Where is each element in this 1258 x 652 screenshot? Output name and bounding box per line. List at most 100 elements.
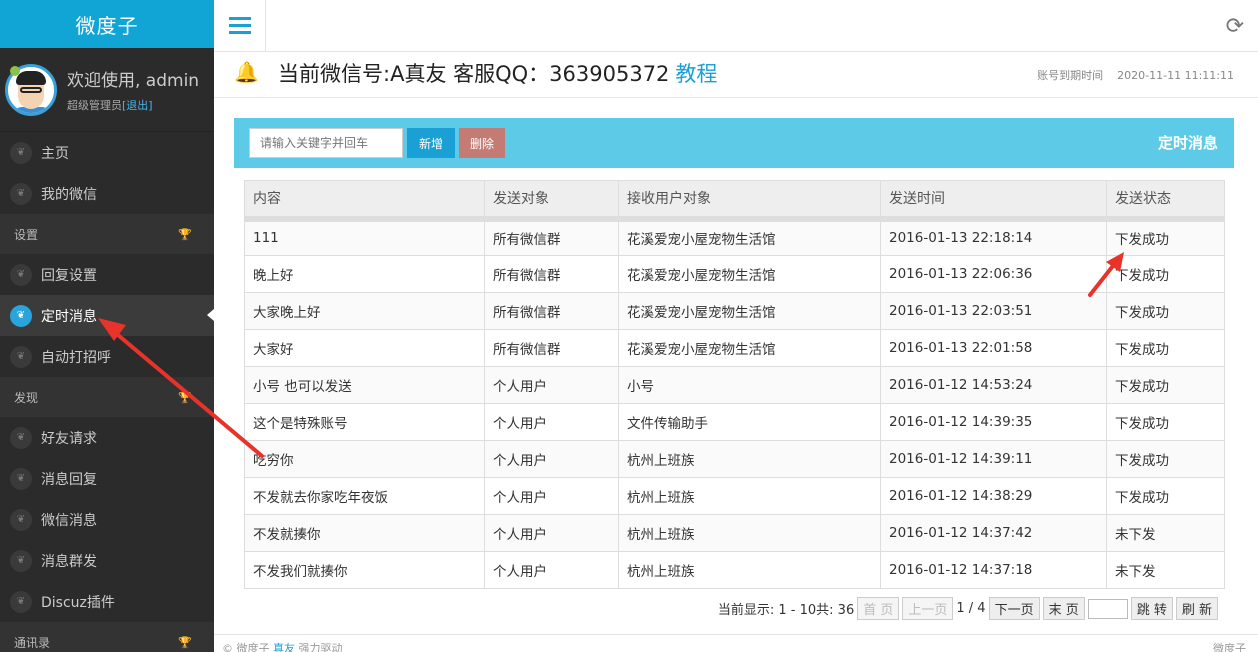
cell-target: 所有微信群: [484, 329, 619, 367]
sidebar-item-auto-greet[interactable]: ❦ 自动打招呼: [0, 336, 214, 377]
cell-content: 不发就揍你: [244, 514, 485, 552]
leaf-icon: ❦: [10, 182, 32, 205]
add-button[interactable]: 新增: [407, 128, 456, 158]
col-header-recipient[interactable]: 接收用户对象: [618, 180, 881, 222]
footer-brand: 微度子: [1213, 642, 1246, 652]
cell-recipient: 杭州上班族: [618, 440, 881, 478]
panel-toolbar: 新增 删除 定时消息: [234, 118, 1234, 168]
menu-toggle-icon[interactable]: [214, 0, 266, 51]
cell-recipient: 杭州上班族: [618, 477, 881, 515]
cell-status: 下发成功: [1106, 477, 1225, 515]
cell-recipient: 花溪爱宠小屋宠物生活馆: [618, 255, 881, 293]
welcome-text: 欢迎使用, admin: [67, 71, 200, 91]
cell-content: 111: [244, 218, 485, 256]
prev-page-button[interactable]: 上一页: [902, 597, 954, 620]
cell-recipient: 小号: [618, 366, 881, 404]
table-row[interactable]: 不发就去你家吃年夜饭 个人用户 杭州上班族 2016-01-12 14:38:29 下发…: [244, 477, 1225, 515]
cell-status: 下发成功: [1106, 403, 1225, 441]
table-row[interactable]: 不发就揍你 个人用户 杭州上班族 2016-01-12 14:37:42 未下发: [244, 514, 1225, 552]
cell-send-time: 2016-01-13 22:18:14: [880, 218, 1107, 256]
table-row[interactable]: 大家好 所有微信群 花溪爱宠小屋宠物生活馆 2016-01-13 22:01:58 下发…: [244, 329, 1225, 367]
search-input[interactable]: [249, 128, 403, 158]
table-row[interactable]: 大家晚上好 所有微信群 花溪爱宠小屋宠物生活馆 2016-01-13 22:03:51…: [244, 292, 1225, 330]
col-header-status[interactable]: 发送状态: [1106, 180, 1225, 222]
sidebar-item-broadcast[interactable]: ❦ 消息群发: [0, 540, 214, 581]
sidebar-group-label: 发现: [14, 390, 39, 405]
first-page-button[interactable]: 首 页: [857, 597, 900, 620]
cell-target: 个人用户: [484, 440, 619, 478]
scheduled-messages-panel: 新增 删除 定时消息 内容 发送对象 接收用户对象 发送时间 发送状态 111所…: [234, 118, 1234, 626]
messages-table: 内容 发送对象 接收用户对象 发送时间 发送状态 111 所有微信群 花溪爱宠小屋宠…: [244, 180, 1225, 589]
sidebar-group-settings[interactable]: 设置 🏆: [0, 214, 214, 254]
sidebar-item-label: 消息群发: [41, 553, 97, 570]
sidebar-group-label: 设置: [14, 227, 39, 242]
cell-send-time: 2016-01-12 14:37:18: [880, 551, 1107, 589]
user-role: 超级管理员: [67, 99, 122, 112]
cell-target: 个人用户: [484, 366, 619, 404]
cell-send-time: 2016-01-12 14:39:35: [880, 403, 1107, 441]
jump-button[interactable]: 跳 转: [1130, 597, 1173, 620]
sidebar-item-label: 回复设置: [41, 267, 97, 284]
sidebar-item-my-wechat[interactable]: ❦ 我的微信: [0, 173, 214, 214]
footer: © 微度子 真友 强力驱动 微度子: [214, 634, 1258, 652]
cell-target: 所有微信群: [484, 292, 619, 330]
table-row[interactable]: 吃穷你 个人用户 杭州上班族 2016-01-12 14:39:11 下发成功: [244, 440, 1225, 478]
cell-status: 下发成功: [1106, 218, 1225, 256]
user-profile: 欢迎使用, admin 超级管理员[退出]: [0, 48, 214, 132]
sidebar-item-msg-reply[interactable]: ❦ 消息回复: [0, 458, 214, 499]
sidebar-item-wechat-msgs[interactable]: ❦ 微信消息: [0, 499, 214, 540]
cell-target: 个人用户: [484, 514, 619, 552]
sidebar-item-label: 主页: [41, 145, 69, 162]
sidebar-item-reply-settings[interactable]: ❦ 回复设置: [0, 254, 214, 295]
table-row[interactable]: 小号 也可以发送 个人用户 小号 2016-01-12 14:53:24 下发成功: [244, 366, 1225, 404]
cell-send-time: 2016-01-12 14:53:24: [880, 366, 1107, 404]
col-header-content[interactable]: 内容: [244, 180, 485, 222]
footer-copyright: © 微度子: [222, 642, 270, 652]
tutorial-link[interactable]: 教程: [675, 62, 717, 86]
page-jump-input[interactable]: [1087, 598, 1128, 619]
page-title: 当前微信号:A真友 客服QQ：363905372: [278, 62, 670, 86]
sidebar-item-discuz[interactable]: ❦ Discuz插件: [0, 581, 214, 622]
pagination-info: 当前显示: 1 - 10共: 36: [717, 603, 855, 618]
sidebar-item-label: 微信消息: [41, 512, 97, 529]
table-row[interactable]: 晚上好 所有微信群 花溪爱宠小屋宠物生活馆 2016-01-13 22:06:36 下发…: [244, 255, 1225, 293]
cell-recipient: 花溪爱宠小屋宠物生活馆: [618, 218, 881, 256]
cell-recipient: 花溪爱宠小屋宠物生活馆: [618, 329, 881, 367]
trophy-icon: 🏆: [178, 227, 192, 241]
cell-content: 吃穷你: [244, 440, 485, 478]
footer-link[interactable]: 真友: [273, 642, 295, 652]
table-row[interactable]: 111 所有微信群 花溪爱宠小屋宠物生活馆 2016-01-13 22:18:14 下发…: [244, 218, 1225, 256]
cell-target: 个人用户: [484, 403, 619, 441]
col-header-send-time[interactable]: 发送时间: [880, 180, 1107, 222]
brand-logo[interactable]: 微度子: [0, 0, 214, 48]
cell-send-time: 2016-01-13 22:06:36: [880, 255, 1107, 293]
cell-status: 下发成功: [1106, 255, 1225, 293]
cell-content: 不发就去你家吃年夜饭: [244, 477, 485, 515]
leaf-icon: ❦: [10, 304, 32, 327]
cell-content: 不发我们就揍你: [244, 551, 485, 589]
sidebar-item-friend-requests[interactable]: ❦ 好友请求: [0, 417, 214, 458]
last-page-button[interactable]: 末 页: [1042, 597, 1085, 620]
table-row[interactable]: 这个是特殊账号 个人用户 文件传输助手 2016-01-12 14:39:35 下发成功: [244, 403, 1225, 441]
sidebar-item-home[interactable]: ❦ 主页: [0, 132, 214, 173]
next-page-button[interactable]: 下一页: [988, 597, 1040, 620]
logout-link[interactable]: [退出]: [122, 99, 153, 112]
refresh-icon[interactable]: ⟳: [1226, 14, 1244, 39]
cell-target: 所有微信群: [484, 255, 619, 293]
sidebar-item-label: 消息回复: [41, 471, 97, 488]
refresh-button[interactable]: 刷 新: [1175, 597, 1218, 620]
table-row[interactable]: 不发我们就揍你 个人用户 杭州上班族 2016-01-12 14:37:18 未下发: [244, 551, 1225, 589]
cell-recipient: 花溪爱宠小屋宠物生活馆: [618, 292, 881, 330]
cell-target: 个人用户: [484, 477, 619, 515]
leaf-icon: ❦: [10, 141, 32, 164]
cell-content: 小号 也可以发送: [244, 366, 485, 404]
leaf-icon: ❦: [10, 508, 32, 531]
cell-send-time: 2016-01-12 14:39:11: [880, 440, 1107, 478]
col-header-target[interactable]: 发送对象: [484, 180, 619, 222]
delete-button[interactable]: 删除: [459, 128, 506, 158]
sidebar-group-discover[interactable]: 发现 🏆: [0, 377, 214, 417]
sidebar-item-scheduled[interactable]: ❦ 定时消息: [0, 295, 214, 336]
cell-target: 个人用户: [484, 551, 619, 589]
cell-content: 大家好: [244, 329, 485, 367]
sidebar-group-contacts[interactable]: 通讯录 🏆: [0, 622, 214, 652]
